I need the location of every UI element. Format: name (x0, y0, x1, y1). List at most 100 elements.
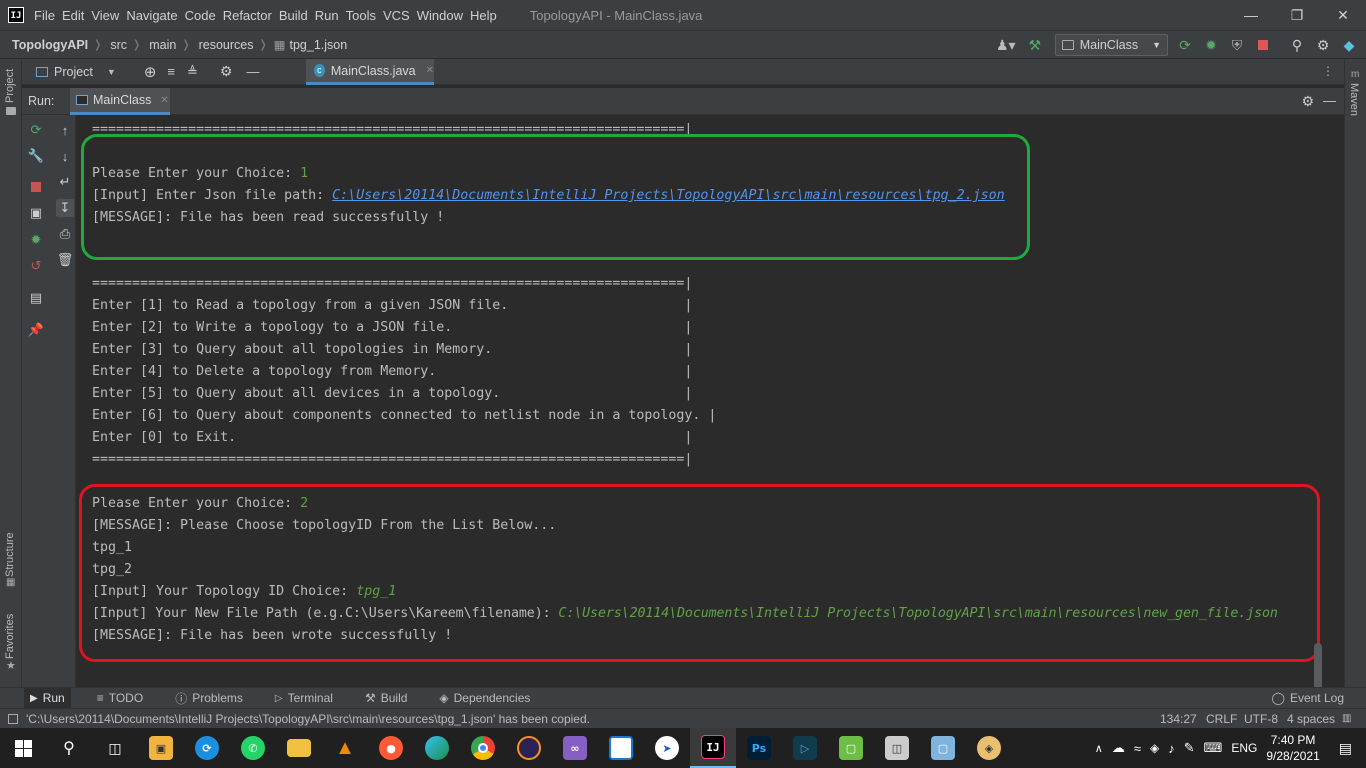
tool-tab-dependencies[interactable]: ◈ Dependencies (433, 688, 536, 709)
stop-icon[interactable] (1254, 36, 1272, 54)
project-tool-label[interactable]: Project (4, 69, 16, 103)
input-language[interactable]: ENG (1231, 741, 1257, 755)
network-icon[interactable]: ◈ (1150, 741, 1159, 755)
minimize-icon[interactable]: — (1228, 0, 1274, 30)
trash-icon[interactable]: 🗑 (56, 251, 74, 269)
close-icon[interactable]: ✕ (1320, 0, 1366, 30)
breadcrumb-project[interactable]: TopologyAPI (12, 38, 88, 52)
settings-gear-icon[interactable]: ⚙ (1301, 93, 1314, 110)
event-log-button[interactable]: ◯ Event Log (1266, 688, 1350, 709)
rerun-icon[interactable]: ⟳ (1176, 36, 1194, 54)
file-explorer-icon[interactable] (276, 728, 322, 768)
edge-icon[interactable] (414, 728, 460, 768)
chevron-up-icon[interactable]: ∧ (1095, 742, 1103, 755)
collapse-all-icon[interactable]: ≜ (187, 64, 198, 80)
coverage-icon[interactable]: ⛨ (1228, 36, 1246, 54)
task-view-icon[interactable]: ◫ (92, 728, 138, 768)
menu-vcs[interactable]: VCS (383, 8, 416, 23)
whatsapp-icon[interactable]: ✆ (230, 728, 276, 768)
console-scrollbar[interactable] (1314, 643, 1322, 687)
wrench-icon[interactable]: 🔧 (27, 147, 45, 165)
build-hammer-icon[interactable]: ⚒ (1023, 36, 1047, 54)
debug-icon[interactable]: ✹ (1202, 36, 1220, 54)
file-path-link[interactable]: C:\Users\20114\Documents\IntelliJ Projec… (332, 188, 1004, 203)
installer-icon[interactable]: ◫ (874, 728, 920, 768)
menu-tools[interactable]: Tools (346, 8, 382, 23)
pin-icon[interactable]: 📌 (27, 321, 45, 339)
print-icon[interactable]: ⎙ (56, 225, 74, 243)
menu-run[interactable]: Run (315, 8, 345, 23)
cursor-app-icon[interactable]: ➤ (644, 728, 690, 768)
search-icon[interactable]: ⚲ (46, 728, 92, 768)
chevron-down-icon[interactable]: ▼ (107, 67, 116, 77)
tool-tab-terminal[interactable]: ▷ Terminal (269, 688, 339, 709)
close-tab-icon[interactable]: ✕ (160, 95, 168, 106)
menu-refactor[interactable]: Refactor (223, 8, 278, 23)
user-icon[interactable]: ♟▾ (996, 36, 1016, 54)
intellij-ultimate-icon[interactable]: IJ (690, 728, 736, 768)
maven-tool-label[interactable]: Maven (1348, 83, 1360, 116)
line-separator[interactable]: CRLF (1206, 712, 1237, 726)
paint-app-icon[interactable]: ◈ (966, 728, 1012, 768)
lock-icon[interactable]: ▥ (1342, 713, 1351, 724)
soft-wrap-icon[interactable]: ↵ (56, 173, 74, 191)
stop-icon[interactable] (27, 178, 45, 196)
hide-panel-icon[interactable]: — (246, 64, 259, 79)
menu-view[interactable]: View (91, 8, 125, 23)
rerun-icon[interactable]: ⟳ (27, 121, 45, 139)
locate-target-icon[interactable]: ⊕ (144, 63, 157, 81)
volume-icon[interactable]: ♪ (1168, 741, 1175, 756)
wifi-icon[interactable]: ≈ (1134, 741, 1141, 756)
caret-position[interactable]: 134:27 (1160, 712, 1197, 726)
photo-app-icon[interactable]: ● (368, 728, 414, 768)
menu-navigate[interactable]: Navigate (126, 8, 183, 23)
run-tab-mainclass[interactable]: MainClass ✕ (70, 88, 170, 115)
plugin-icon[interactable]: ◆ (1340, 36, 1358, 54)
virtualbox-icon[interactable]: ▢ (920, 728, 966, 768)
settings-gear-icon[interactable]: ⚙ (1314, 36, 1332, 54)
camera-icon[interactable]: ▣ (27, 204, 45, 222)
indent-setting[interactable]: 4 spaces (1287, 712, 1335, 726)
layout-icon[interactable]: ▤ (27, 289, 45, 307)
sync-app-icon[interactable]: ⟳ (184, 728, 230, 768)
favorites-tool-label[interactable]: Favorites (4, 614, 16, 659)
clock[interactable]: 7:40 PM 9/28/2021 (1266, 732, 1319, 764)
editor-tab-mainclass[interactable]: c MainClass.java ✕ (306, 59, 434, 85)
image-viewer-icon[interactable]: ▢ (828, 728, 874, 768)
expand-all-icon[interactable]: ≡ (167, 64, 175, 79)
tool-tab-problems[interactable]: ⓘ Problems (169, 688, 249, 709)
search-icon[interactable]: ⚲ (1288, 36, 1306, 54)
more-tabs-icon[interactable]: ⋮ (1322, 64, 1334, 78)
debug-icon[interactable]: ✹ (27, 231, 45, 249)
breadcrumb-file[interactable]: tpg_1.json (290, 38, 348, 52)
console-output[interactable]: ========================================… (77, 115, 1334, 687)
tool-tab-todo[interactable]: ≡ TODO (91, 688, 149, 709)
project-panel-label[interactable]: Project (54, 65, 93, 79)
chrome-icon[interactable] (460, 728, 506, 768)
terminal-app-icon[interactable]: ▷ (782, 728, 828, 768)
vlc-icon[interactable]: ▲ (322, 728, 368, 768)
exit-icon[interactable]: ↺ (27, 257, 45, 275)
menu-build[interactable]: Build (279, 8, 314, 23)
visual-studio-icon[interactable]: ∞ (552, 728, 598, 768)
menu-file[interactable]: File (34, 8, 61, 23)
breadcrumb-resources[interactable]: resources (199, 38, 254, 52)
scroll-to-end-icon[interactable]: ↧ (56, 199, 74, 217)
photoshop-icon[interactable]: Ps (736, 728, 782, 768)
structure-tool-label[interactable]: Structure (4, 532, 16, 577)
status-toggle-icon[interactable] (8, 713, 18, 724)
close-tab-icon[interactable]: ✕ (426, 65, 434, 76)
menu-help[interactable]: Help (470, 8, 503, 23)
menu-window[interactable]: Window (417, 8, 469, 23)
keyboard-icon[interactable]: ⌨ (1204, 740, 1223, 756)
intellij-logo-icon[interactable]: IJ (8, 7, 24, 23)
arrow-up-icon[interactable]: ↑ (56, 121, 74, 139)
restore-icon[interactable]: ❐ (1274, 0, 1320, 30)
arrow-down-icon[interactable]: ↓ (56, 147, 74, 165)
settings-gear-icon[interactable]: ⚙ (220, 63, 233, 80)
eclipse-icon[interactable] (506, 728, 552, 768)
file-encoding[interactable]: UTF-8 (1244, 712, 1278, 726)
store-icon[interactable]: ▣ (138, 728, 184, 768)
tool-tab-run[interactable]: ▶ Run (24, 687, 71, 709)
windows-start-icon[interactable] (0, 728, 46, 768)
